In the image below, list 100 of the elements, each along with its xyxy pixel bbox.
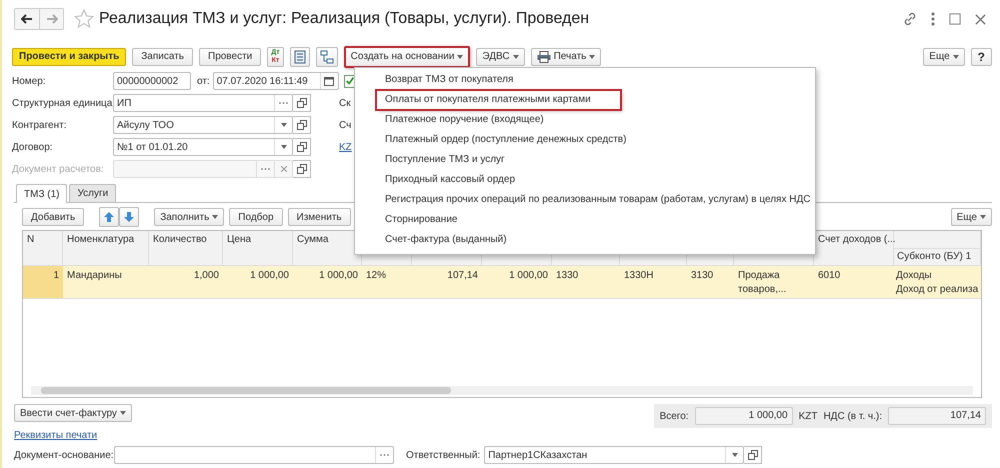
column-header[interactable]: Цена (227, 234, 252, 245)
caret-icon (457, 54, 464, 58)
date-field[interactable]: 07.07.2020 16:11:49 (212, 72, 339, 90)
caret-icon (120, 411, 126, 415)
vat-label: НДС (в т. ч.): (823, 410, 882, 422)
table-row[interactable]: 1 Мандарины 1,000 1 000,00 1 000,00 12% 107,14 1 000,00 1330 1330Н 3130 Продажа товаров,... 6010 Доходы Доход от реализа (23, 266, 981, 299)
menu-item[interactable]: Платежное поручение (входящее) (355, 110, 548, 130)
help-button[interactable]: ? (970, 48, 992, 66)
table-cell: 1 000,00 (250, 270, 289, 281)
total-label: Всего: (660, 410, 689, 422)
table-cell: 1330 (556, 270, 578, 281)
column-header[interactable]: Счет доходов (... (818, 234, 896, 245)
menu-item[interactable]: Приходный кассовый ордер (355, 170, 520, 190)
close-icon[interactable] (975, 14, 986, 24)
tab[interactable]: Услуги (69, 184, 116, 202)
structure-button[interactable] (316, 46, 338, 66)
dropdown-button[interactable]: Создать на основании (344, 46, 470, 68)
caret-icon (952, 54, 959, 58)
tab[interactable]: ТМЗ (1) (16, 184, 68, 203)
table-cell: Продажа товаров,... (738, 270, 786, 295)
menu-dots-icon[interactable] (931, 12, 935, 26)
field-label: Документ-основание: (14, 450, 114, 460)
link[interactable]: KZ (339, 142, 352, 152)
enter-invoice-button[interactable]: Ввести счет-фактуру (14, 404, 132, 422)
number-field[interactable]: 00000000002 (113, 72, 191, 90)
caret-icon (280, 123, 286, 127)
menu-item[interactable]: Возврат ТМЗ от покупателя (355, 70, 518, 90)
field-label: Документ расчетов: (12, 164, 105, 174)
column-header[interactable]: Субконто (БУ) 1 (897, 251, 972, 262)
toolbar-button[interactable]: Провести (199, 48, 262, 66)
open-window-icon (748, 450, 758, 460)
table-cell: Доход от реализа (896, 284, 978, 295)
menu-item[interactable]: Сторнирование (355, 210, 462, 230)
select-field[interactable]: Айсулу ТОО (113, 116, 293, 134)
print-details-link[interactable]: Реквизиты печати (14, 430, 98, 441)
select-field[interactable]: ИП (113, 94, 293, 112)
field-label: Ответственный: (406, 450, 480, 460)
caret-icon (280, 145, 286, 149)
column-header[interactable]: N (27, 234, 34, 245)
open-button[interactable] (293, 160, 311, 178)
column-header[interactable]: Сумма (297, 234, 328, 245)
back-arrow-icon (21, 14, 33, 24)
table-cell: 1 (53, 270, 59, 281)
field-label: Договор: (12, 142, 54, 152)
table-button[interactable]: Изменить (288, 208, 351, 226)
table-cell: 1 000,00 (319, 270, 358, 281)
select-field[interactable] (113, 160, 293, 178)
open-window-icon (296, 120, 306, 130)
toolbar-button[interactable]: Записать (132, 48, 193, 66)
more-button[interactable]: Еще (950, 208, 992, 226)
menu-item[interactable]: Платежный ордер (поступление денежных средств) (355, 130, 630, 150)
post-and-close-button[interactable]: Провести и закрыть (12, 48, 126, 66)
open-window-icon (296, 164, 306, 174)
fill-button[interactable]: Заполнить (154, 208, 224, 226)
caret-icon (732, 453, 738, 457)
list-button[interactable] (290, 46, 310, 66)
link-icon[interactable] (903, 12, 917, 26)
open-button[interactable] (744, 446, 762, 464)
printer-icon (536, 50, 551, 62)
responsible-field[interactable]: Партнер1СКазахстан (484, 446, 744, 464)
print-button[interactable]: Печать (530, 48, 602, 66)
table-cell: 1,000 (194, 270, 219, 281)
field-label: Сч (339, 120, 352, 130)
clear-icon (280, 166, 286, 172)
open-button[interactable] (293, 138, 311, 156)
open-window-icon (296, 142, 306, 152)
star-icon[interactable] (74, 9, 94, 29)
open-button[interactable] (293, 94, 311, 112)
table-cell: 1 000,00 (509, 270, 548, 281)
menu-item[interactable]: Счет-фактура (выданный) (355, 230, 511, 250)
table-cell: 107,14 (447, 270, 478, 281)
column-header[interactable]: Номенклатура (67, 234, 134, 245)
move-up-button[interactable] (99, 207, 120, 227)
back-button[interactable] (15, 9, 39, 29)
vat-field: 107,14 (888, 407, 986, 425)
open-button[interactable] (293, 116, 311, 134)
menu-item[interactable]: Поступление ТМЗ и услуг (355, 150, 509, 170)
field-label: от: (197, 76, 210, 86)
maximize-icon[interactable] (949, 13, 961, 25)
table-cell: 6010 (818, 270, 840, 281)
menu-item[interactable]: Оплаты от покупателя платежными картами (376, 90, 621, 110)
calendar-icon (324, 76, 334, 86)
more-button[interactable]: Еще (923, 48, 965, 66)
field-label: Контрагент: (12, 120, 68, 130)
currency-label: KZT (798, 410, 818, 422)
horizontal-scrollbar[interactable] (31, 386, 973, 395)
column-header[interactable]: Количество (153, 234, 207, 245)
dropdown-button[interactable]: ЭДВС (476, 48, 525, 66)
list-icon (294, 50, 306, 64)
move-down-button[interactable] (119, 207, 140, 227)
open-window-icon (296, 98, 306, 108)
table-button[interactable]: Добавить (22, 208, 84, 226)
caret-icon (980, 215, 986, 219)
select-field[interactable]: №1 от 01.01.20 (113, 138, 293, 156)
base-document-field[interactable] (114, 446, 394, 464)
caret-icon (212, 215, 218, 219)
table-cell: 12% (366, 270, 386, 281)
table-button[interactable]: Подбор (229, 208, 283, 226)
table-cell: Мандарины (67, 270, 122, 281)
menu-item[interactable]: Регистрация прочих операций по реализованным товарам (работам, услугам) в целях НДС (355, 190, 814, 210)
